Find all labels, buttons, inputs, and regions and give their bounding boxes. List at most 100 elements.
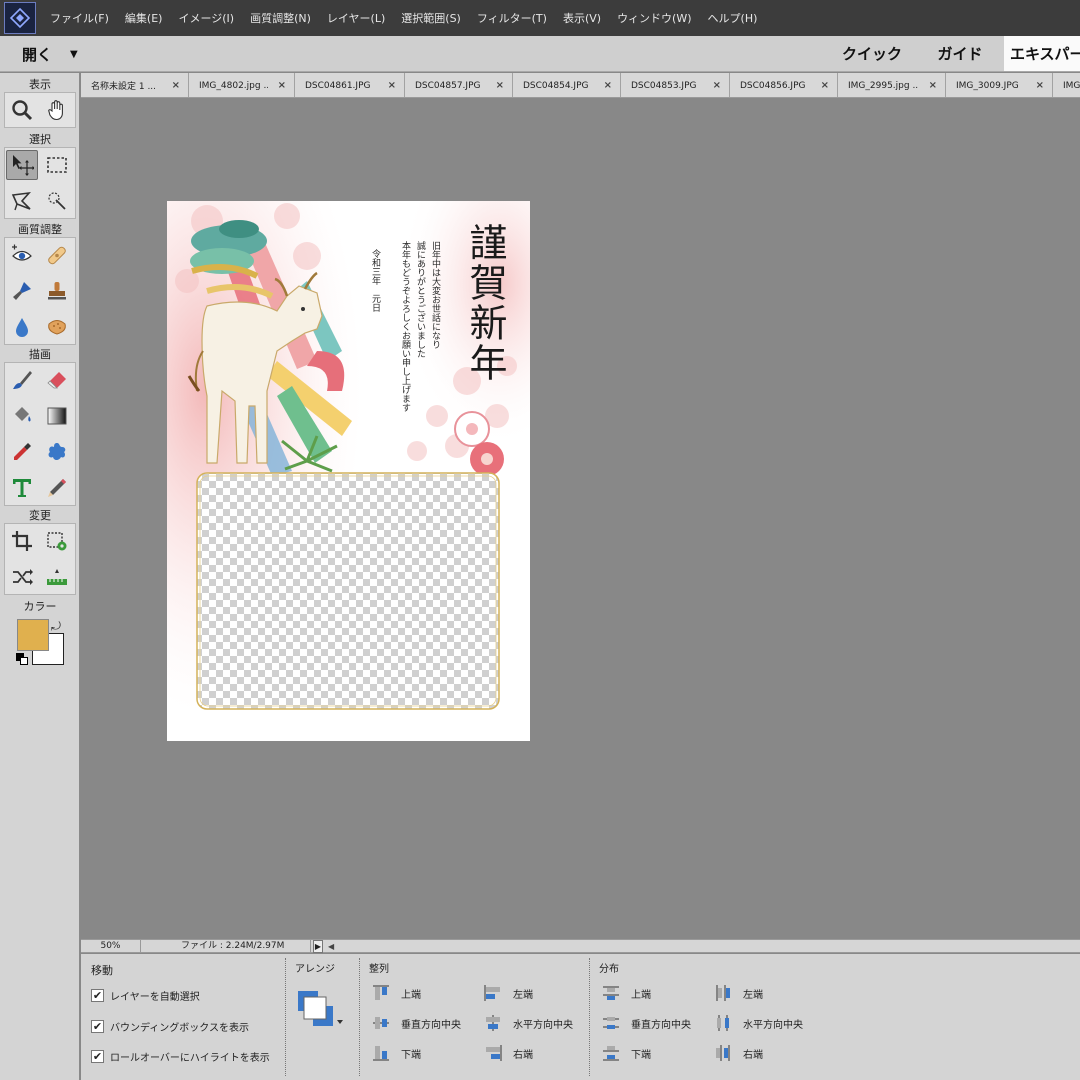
zoom-tool-icon[interactable]	[6, 95, 38, 125]
align-left-button[interactable]: 左端	[483, 984, 533, 1002]
distribute-horizontal-center-button[interactable]: 水平方向中央	[713, 1014, 803, 1032]
align-right-button[interactable]: 右端	[483, 1044, 533, 1062]
arrange-button[interactable]	[297, 990, 347, 1032]
document-tab[interactable]: DSC04857.JPG ×	[405, 73, 513, 97]
align-vertical-center-button[interactable]: 垂直方向中央	[371, 1014, 461, 1032]
straighten-tool-icon[interactable]	[41, 562, 73, 592]
scroll-left-arrow-icon[interactable]: ◀	[328, 940, 334, 953]
close-tab-icon[interactable]: ×	[821, 80, 829, 91]
eyedropper-tool-icon[interactable]	[6, 437, 38, 467]
align-bottom-button[interactable]: 下端	[371, 1044, 421, 1062]
quick-selection-tool-icon[interactable]	[41, 186, 73, 216]
rollover-highlight-checkbox-row[interactable]: ✔ ロールオーバーにハイライトを表示	[91, 1049, 270, 1064]
zoom-level-field[interactable]: 50%	[81, 940, 141, 953]
menu-edit[interactable]: 編集(E)	[117, 10, 171, 26]
marquee-tool-icon[interactable]	[41, 150, 73, 180]
move-tool-icon[interactable]	[6, 150, 38, 180]
distribute-right-icon	[716, 1045, 730, 1061]
tab-expert[interactable]: エキスパート	[1004, 36, 1080, 71]
show-bounding-box-label: バウンディングボックスを表示	[110, 1023, 249, 1034]
distribute-vertical-center-button[interactable]: 垂直方向中央	[601, 1014, 691, 1032]
distribute-top-label: 上端	[631, 989, 651, 1001]
spot-healing-tool-icon[interactable]	[41, 240, 73, 270]
red-eye-tool-icon[interactable]	[6, 240, 38, 270]
close-tab-icon[interactable]: ×	[929, 80, 937, 91]
foreground-color-swatch[interactable]	[17, 619, 49, 651]
chevron-down-icon: ▼	[70, 48, 78, 60]
swap-colors-icon[interactable]: ⤾	[51, 619, 61, 634]
tool-group-draw	[4, 362, 76, 506]
align-vertical-center-icon	[373, 1017, 389, 1029]
distribute-bottom-button[interactable]: 下端	[601, 1044, 651, 1062]
close-tab-icon[interactable]: ×	[388, 80, 396, 91]
sponge-tool-icon[interactable]	[41, 312, 73, 342]
close-tab-icon[interactable]: ×	[496, 80, 504, 91]
close-tab-icon[interactable]: ×	[604, 80, 612, 91]
card-date: 令和三年 元日	[370, 249, 380, 312]
eraser-tool-icon[interactable]	[41, 365, 73, 395]
paint-bucket-tool-icon[interactable]	[6, 401, 38, 431]
menu-help[interactable]: ヘルプ(H)	[700, 10, 766, 26]
tab-quick[interactable]: クイック	[830, 36, 914, 71]
menu-filter[interactable]: フィルター(T)	[469, 10, 555, 26]
hand-tool-icon[interactable]	[41, 95, 73, 125]
pencil-tool-icon[interactable]	[41, 473, 73, 503]
card-title: 謹賀新年	[463, 223, 507, 383]
document-tab[interactable]: DSC04854.JPG ×	[513, 73, 621, 97]
menu-view[interactable]: 表示(V)	[555, 10, 609, 26]
smart-brush-tool-icon[interactable]	[6, 276, 38, 306]
distribute-top-icon	[603, 986, 619, 1000]
gradient-tool-icon[interactable]	[41, 401, 73, 431]
menu-enhance[interactable]: 画質調整(N)	[242, 10, 319, 26]
document-tab[interactable]: IMG_2995.jpg ... ×	[838, 73, 946, 97]
document-tab[interactable]: IMG_3009.JPG ×	[946, 73, 1053, 97]
text-tool-icon[interactable]	[6, 473, 38, 503]
distribute-horizontal-center-icon	[717, 1015, 729, 1031]
tool-group-view	[4, 92, 76, 128]
status-menu-arrow-icon[interactable]: ▶	[313, 940, 323, 953]
document-tab-bar: 名称未設定 1 ... × IMG_4802.jpg ... × DSC04861.JP…	[81, 73, 1080, 98]
brush-tool-icon[interactable]	[6, 365, 38, 395]
rollover-highlight-checkbox[interactable]: ✔	[91, 1050, 104, 1063]
menu-image[interactable]: イメージ(I)	[170, 10, 242, 26]
custom-shape-tool-icon[interactable]	[41, 437, 73, 467]
divider	[589, 958, 590, 1076]
menu-layer[interactable]: レイヤー(L)	[319, 10, 393, 26]
show-bounding-box-checkbox-row[interactable]: ✔ バウンディングボックスを表示	[91, 1019, 249, 1034]
document-tab-label: IMG_4802.jpg ...	[199, 80, 268, 91]
content-aware-move-tool-icon[interactable]	[6, 562, 38, 592]
lasso-tool-icon[interactable]	[6, 186, 38, 216]
document-tab[interactable]: IMG_4802.jpg ... ×	[189, 73, 295, 97]
close-tab-icon[interactable]: ×	[172, 80, 180, 91]
distribute-left-button[interactable]: 左端	[713, 984, 763, 1002]
auto-select-layer-checkbox[interactable]: ✔	[91, 989, 104, 1002]
default-colors-icon[interactable]	[16, 653, 30, 667]
menu-window[interactable]: ウィンドウ(W)	[609, 10, 699, 26]
new-year-card-image[interactable]: 謹賀新年 旧年中は大変お世話になり 誠にありがとうございました 本年もどうぞよろ…	[167, 201, 530, 741]
document-tab[interactable]: DSC04853.JPG ×	[621, 73, 730, 97]
document-tab[interactable]: 名称未設定 1 ... ×	[81, 73, 189, 97]
menu-file[interactable]: ファイル(F)	[42, 10, 117, 26]
close-tab-icon[interactable]: ×	[278, 80, 286, 91]
close-tab-icon[interactable]: ×	[1036, 80, 1044, 91]
document-tab[interactable]: IMG	[1053, 73, 1080, 97]
clone-stamp-tool-icon[interactable]	[41, 276, 73, 306]
blur-tool-icon[interactable]	[6, 312, 38, 342]
tab-guide[interactable]: ガイド	[922, 36, 998, 71]
recompose-tool-icon[interactable]	[41, 526, 73, 556]
close-tab-icon[interactable]: ×	[713, 80, 721, 91]
document-tab[interactable]: DSC04856.JPG ×	[730, 73, 838, 97]
menu-select[interactable]: 選択範囲(S)	[393, 10, 469, 26]
align-top-button[interactable]: 上端	[371, 984, 421, 1002]
canvas-area[interactable]: 謹賀新年 旧年中は大変お世話になり 誠にありがとうございました 本年もどうぞよろ…	[81, 99, 1080, 939]
distribute-right-button[interactable]: 右端	[713, 1044, 763, 1062]
show-bounding-box-checkbox[interactable]: ✔	[91, 1020, 104, 1033]
distribute-top-button[interactable]: 上端	[601, 984, 651, 1002]
auto-select-layer-checkbox-row[interactable]: ✔ レイヤーを自動選択	[91, 988, 200, 1003]
crop-tool-icon[interactable]	[6, 526, 38, 556]
align-horizontal-center-button[interactable]: 水平方向中央	[483, 1014, 573, 1032]
document-tab[interactable]: DSC04861.JPG ×	[295, 73, 405, 97]
app-logo-icon[interactable]	[4, 2, 36, 34]
document-tab-label: IMG	[1063, 80, 1080, 91]
open-button[interactable]: 開く ▼	[10, 42, 78, 66]
